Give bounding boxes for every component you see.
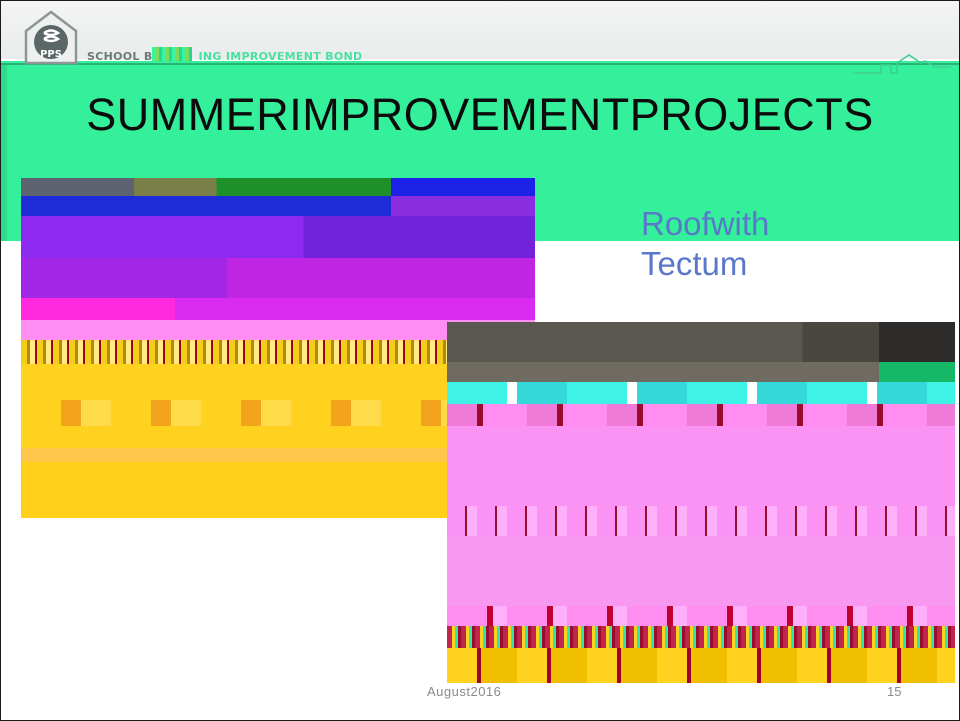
bond-header-glitch [152, 47, 192, 61]
bond-header-text: SCHOOL B ING IMPROVEMENT BOND [87, 50, 362, 63]
slide-title: SUMMERIMPROVEMENTPROJECTS [86, 89, 874, 140]
house-outline-icon [853, 54, 951, 74]
footer-date: August2016 [427, 684, 502, 699]
presentation-slide: PPS SCHOOL B ING IMPROVEMENT BOND SUMMERI… [0, 0, 960, 721]
caption-line-1: Roofwith [641, 205, 770, 242]
logo-text: PPS [40, 49, 62, 60]
right-photo [447, 322, 955, 683]
caption-line-2: Tectum [641, 245, 748, 282]
photo-caption: Roofwith Tectum [641, 204, 769, 284]
pps-house-logo-icon: PPS [24, 10, 78, 65]
header-divider [1, 63, 959, 65]
bond-header-prefix: SCHOOL B [87, 50, 153, 63]
bond-header-suffix: ING IMPROVEMENT BOND [198, 50, 363, 63]
slide-number: 15 [887, 684, 902, 699]
